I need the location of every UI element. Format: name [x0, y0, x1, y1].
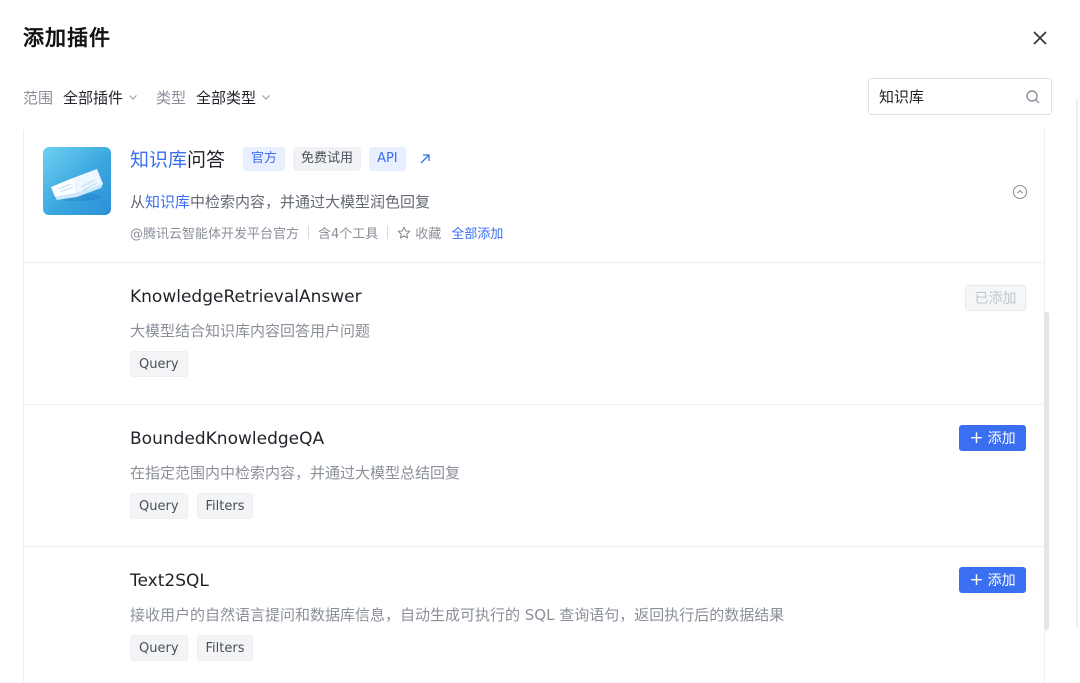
param-tag: Filters	[196, 493, 254, 519]
plugin-name: 知识库 问答 官方 免费试用 API	[130, 145, 432, 172]
background-panel-edge	[1076, 98, 1078, 628]
search-icon[interactable]	[1025, 89, 1041, 105]
tool-name: Text2SQL	[130, 571, 209, 591]
add-label: 添加	[987, 431, 1016, 447]
desc-highlight: 知识库	[145, 193, 191, 211]
tool-params: Query	[130, 351, 197, 377]
param-tag: Query	[130, 635, 188, 661]
add-plugin-dialog: 添加插件 范围 全部插件 类型 全部类型 知识库 知识库 问答 官方 免费试用 …	[0, 0, 1080, 683]
chevron-down-icon	[262, 95, 270, 100]
chevron-down-icon	[129, 95, 137, 100]
param-tag: Query	[130, 493, 188, 519]
favorite-button[interactable]: 收藏	[397, 223, 441, 242]
desc-rest: 中检索内容，并通过大模型润色回复	[190, 193, 431, 211]
plugin-description: 从知识库中检索内容，并通过大模型润色回复	[130, 191, 430, 212]
added-button: 已添加	[965, 285, 1026, 311]
plugin-list: 知识库 问答 官方 免费试用 API 从知识库中检索内容，并通过大模型润色回复 @…	[23, 130, 1045, 683]
dialog-title: 添加插件	[23, 26, 111, 50]
star-icon	[397, 226, 411, 239]
scope-value: 全部插件	[63, 88, 124, 107]
favorite-label: 收藏	[415, 227, 442, 242]
tool-name: BoundedKnowledgeQA	[130, 429, 325, 449]
add-label: 添加	[987, 573, 1016, 589]
filter-bar: 范围 全部插件 类型 全部类型	[23, 85, 289, 109]
tool-count: 含4个工具	[318, 227, 379, 242]
divider	[308, 226, 310, 239]
tag-api: API	[369, 146, 406, 171]
tool-name: KnowledgeRetrievalAnswer	[130, 287, 362, 307]
tool-description: 接收用户的自然语言提问和数据库信息，自动生成可执行的 SQL 查询语句，返回执行…	[130, 606, 785, 624]
type-dropdown[interactable]: 全部类型	[196, 87, 289, 108]
tool-description: 在指定范围内中检索内容，并通过大模型总结回复	[130, 464, 461, 482]
plugin-meta: @腾讯云智能体开发平台官方 含4个工具 收藏 全部添加	[130, 223, 503, 242]
add-tool-button[interactable]: + 添加	[959, 425, 1026, 451]
collapse-icon[interactable]	[1012, 184, 1028, 200]
search-input[interactable]: 知识库	[868, 78, 1052, 115]
add-tool-button[interactable]: + 添加	[959, 567, 1026, 593]
scope-label: 范围	[23, 88, 54, 107]
param-tag: Filters	[196, 635, 254, 661]
tag-free-trial: 免费试用	[293, 146, 362, 171]
scrollbar[interactable]	[1044, 312, 1049, 630]
tool-params: Query Filters	[130, 635, 262, 661]
book-icon	[43, 147, 111, 215]
external-link-icon[interactable]	[418, 152, 432, 166]
param-tag: Query	[130, 351, 188, 377]
tool-row: KnowledgeRetrievalAnswer 大模型结合知识库内容回答用户问…	[24, 263, 1044, 405]
plus-icon: +	[969, 427, 984, 448]
plus-icon: +	[969, 569, 984, 590]
type-label: 类型	[156, 88, 187, 107]
tool-params: Query Filters	[130, 493, 262, 519]
divider	[387, 226, 389, 239]
scope-dropdown[interactable]: 全部插件	[63, 87, 156, 108]
close-icon[interactable]	[1029, 27, 1051, 49]
tag-official: 官方	[243, 146, 286, 171]
tool-row: BoundedKnowledgeQA 在指定范围内中检索内容，并通过大模型总结回…	[24, 405, 1044, 547]
tool-row: Text2SQL 接收用户的自然语言提问和数据库信息，自动生成可执行的 SQL …	[24, 547, 1044, 683]
search-value: 知识库	[879, 88, 925, 106]
type-value: 全部类型	[196, 88, 257, 107]
add-all-button[interactable]: 全部添加	[451, 223, 503, 242]
tool-description: 大模型结合知识库内容回答用户问题	[130, 322, 371, 340]
plugin-author: @腾讯云智能体开发平台官方	[130, 227, 300, 242]
desc-prefix: 从	[130, 193, 146, 211]
plugin-name-rest: 问答	[187, 149, 226, 171]
plugin-name-highlight: 知识库	[130, 149, 188, 171]
plugin-card[interactable]: 知识库 问答 官方 免费试用 API 从知识库中检索内容，并通过大模型润色回复 @…	[24, 130, 1044, 263]
